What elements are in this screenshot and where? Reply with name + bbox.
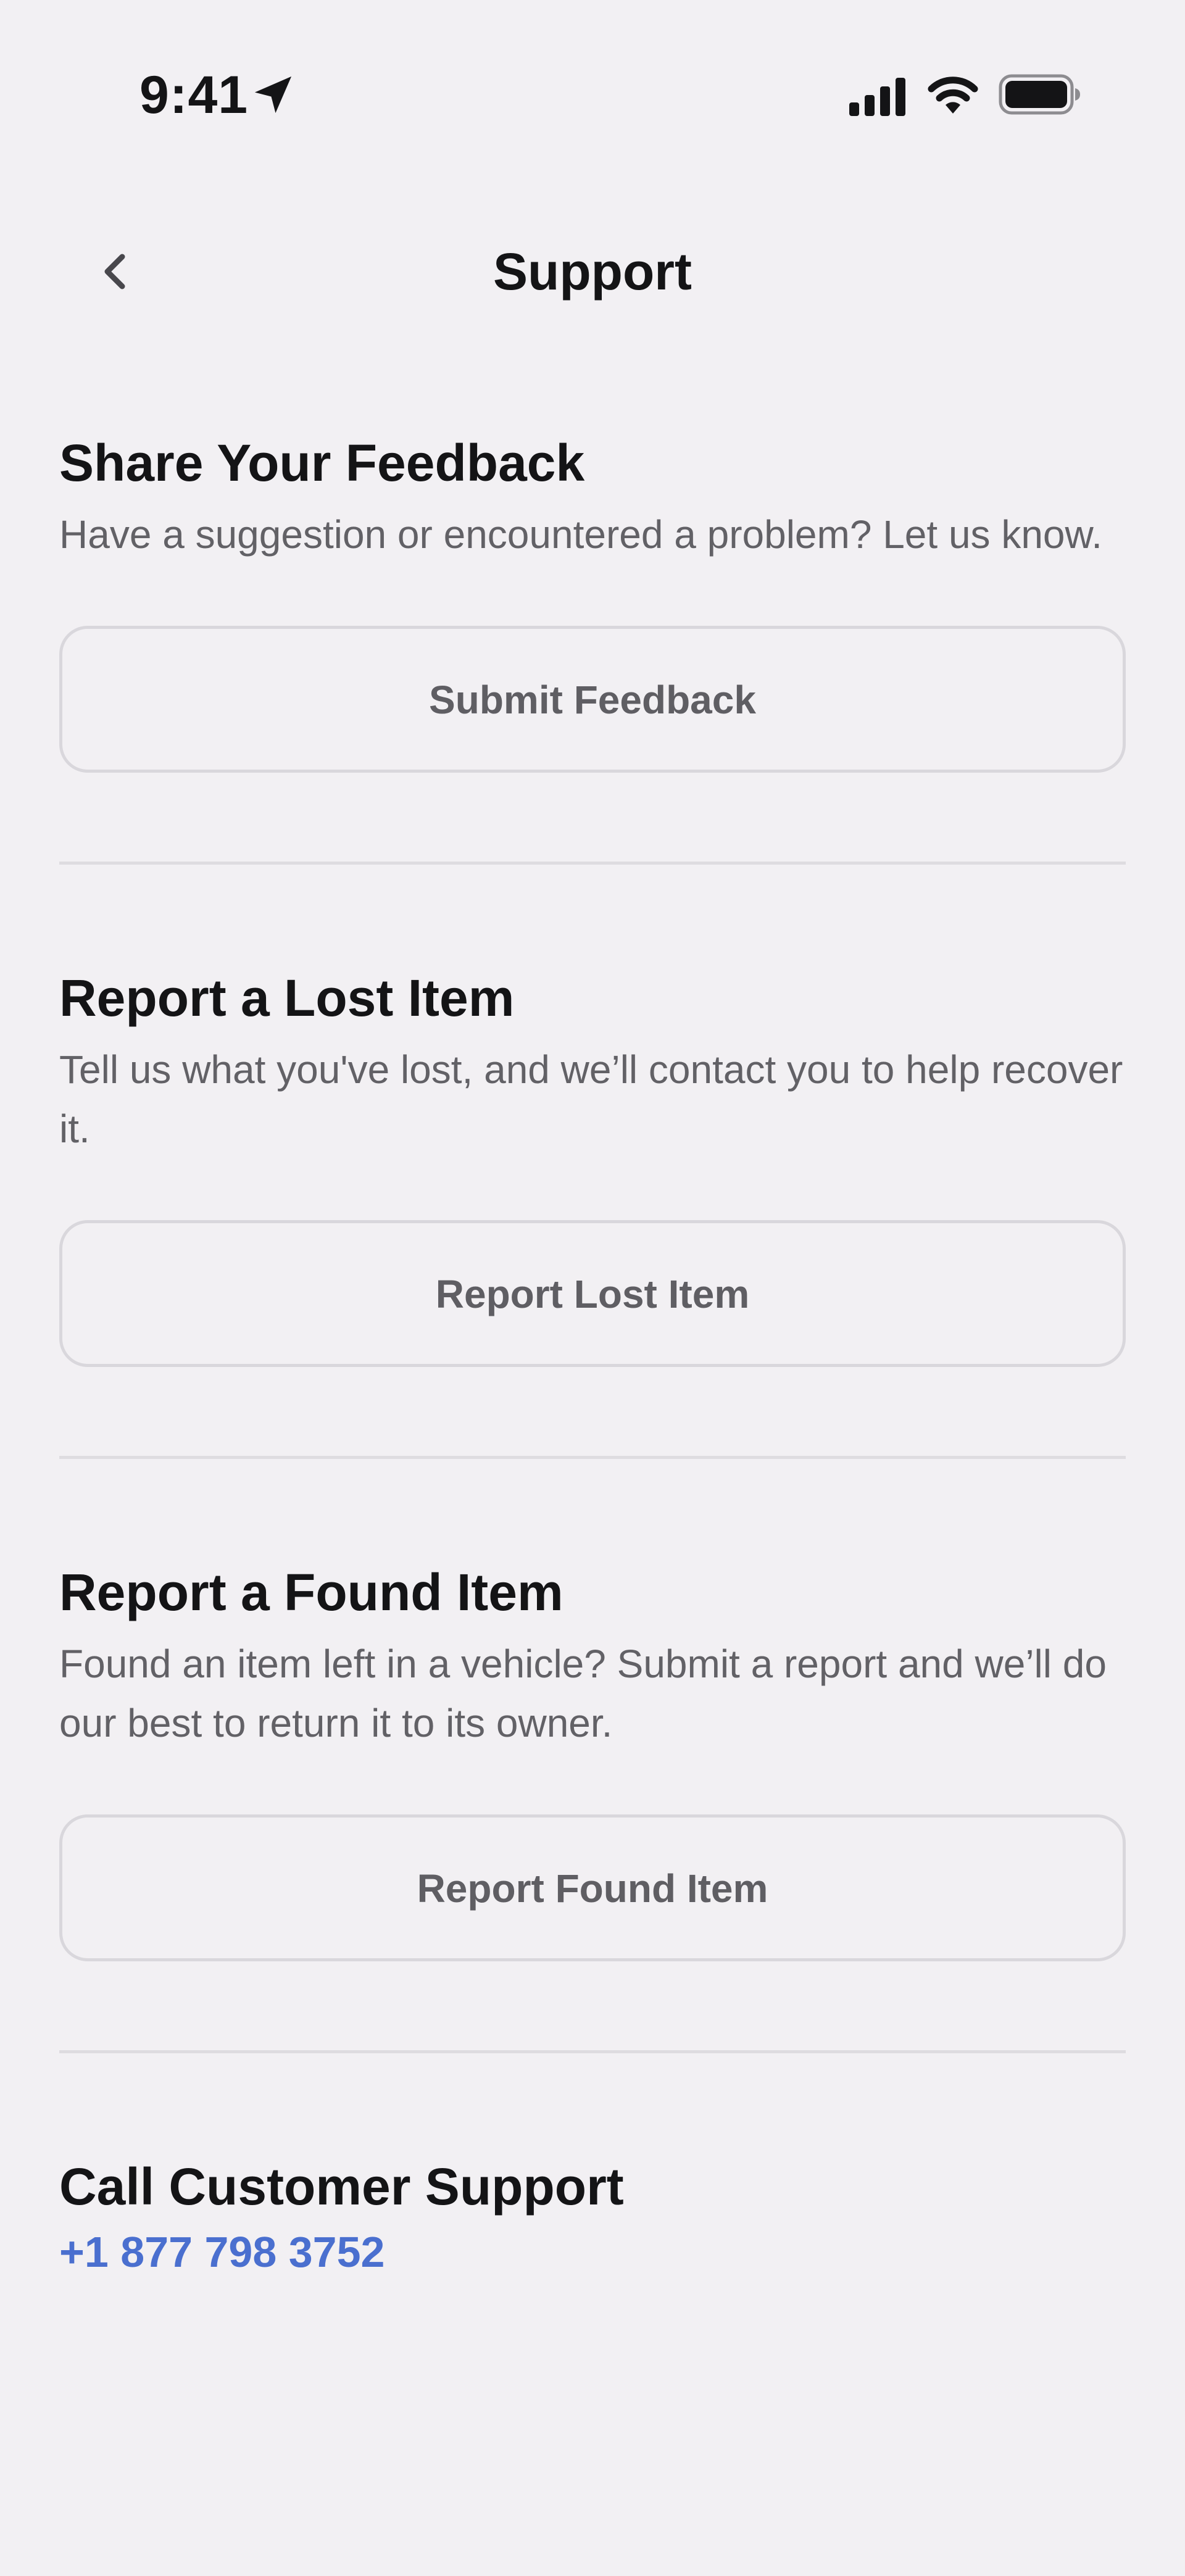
page-title: Support	[493, 243, 692, 301]
navigation-bar: Support	[0, 210, 1185, 339]
feedback-description: Have a suggestion or encountered a probl…	[59, 512, 1102, 557]
divider	[59, 1456, 1126, 1459]
feedback-title: Share Your Feedback	[59, 434, 585, 492]
call-support-section: Call Customer Support +1 877 798 3752	[59, 2150, 1126, 2283]
divider	[59, 862, 1126, 865]
support-phone-link[interactable]: +1 877 798 3752	[59, 2221, 385, 2283]
report-lost-item-button[interactable]: Report Lost Item	[59, 1220, 1126, 1367]
submit-feedback-button[interactable]: Submit Feedback	[59, 626, 1126, 773]
battery-icon	[999, 74, 1080, 115]
location-arrow-icon	[254, 76, 292, 114]
lost-item-title: Report a Lost Item	[59, 969, 515, 1027]
divider	[59, 2050, 1126, 2053]
status-time: 9:41	[139, 65, 249, 125]
found-item-section: Report a Found Item Found an item left i…	[59, 1555, 1126, 1961]
lost-item-description: Tell us what you've lost, and we’ll cont…	[59, 1047, 1123, 1151]
lost-item-section: Report a Lost Item Tell us what you've l…	[59, 961, 1126, 1367]
call-support-title: Call Customer Support	[59, 2158, 624, 2216]
cellular-signal-icon	[849, 78, 905, 116]
found-item-description: Found an item left in a vehicle? Submit …	[59, 1642, 1107, 1745]
support-content: Share Your Feedback Have a suggestion or…	[59, 426, 1126, 2283]
report-found-item-button[interactable]: Report Found Item	[59, 1814, 1126, 1961]
found-item-title: Report a Found Item	[59, 1563, 563, 1621]
wifi-icon	[928, 77, 978, 114]
feedback-section: Share Your Feedback Have a suggestion or…	[59, 426, 1126, 773]
status-bar: 9:41	[0, 0, 1185, 191]
